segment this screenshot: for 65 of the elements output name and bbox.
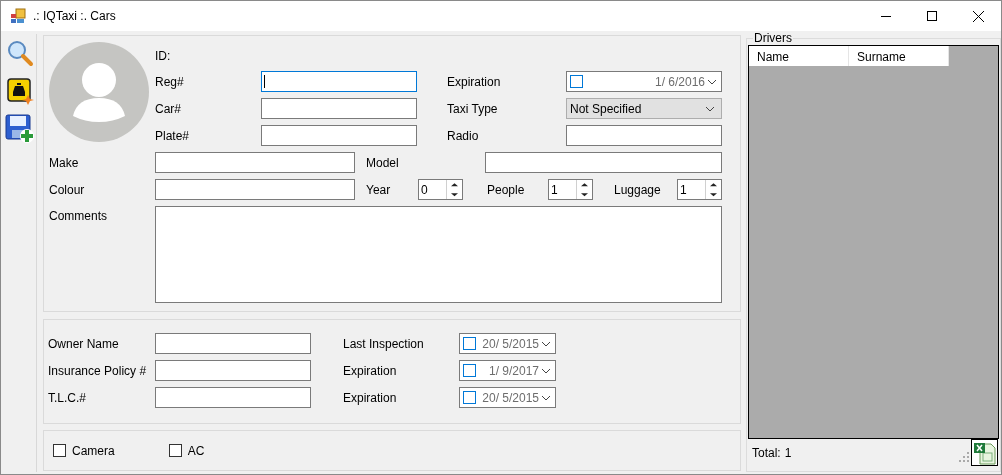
close-icon: [972, 10, 984, 22]
size-grip-icon: [959, 452, 969, 462]
text-field[interactable]: [155, 387, 311, 408]
field-label: Insurance Policy #: [48, 363, 148, 378]
number-spinner[interactable]: 1: [677, 179, 722, 200]
field-label: Luggage: [614, 182, 662, 197]
caret-icon: [541, 394, 551, 401]
text-field[interactable]: [155, 333, 311, 354]
date-picker[interactable]: 1/ 9/2017: [459, 360, 556, 381]
window-title: .: IQTaxi :. Cars: [33, 9, 116, 23]
new-taxi-button[interactable]: [5, 76, 35, 106]
caret-icon: [541, 367, 551, 374]
total-count: 1: [784, 445, 792, 460]
text-field[interactable]: [485, 152, 722, 173]
date-checkbox[interactable]: [463, 391, 476, 404]
column-header[interactable]: Surname: [849, 46, 949, 66]
number-spinner[interactable]: 0: [418, 179, 463, 200]
checkbox[interactable]: Camera: [53, 443, 115, 458]
field-label: Colour: [49, 182, 86, 197]
date-picker[interactable]: 20/ 5/2015: [459, 333, 556, 354]
caret-icon: [705, 105, 715, 112]
avatar-icon: [49, 42, 149, 142]
date-checkbox[interactable]: [463, 337, 476, 350]
field-label: Owner Name: [48, 336, 120, 351]
caret-icon: [541, 340, 551, 347]
date-checkbox[interactable]: [463, 364, 476, 377]
group-title: Drivers: [753, 31, 793, 45]
column-header[interactable]: Name: [749, 46, 849, 66]
field-label: Comments: [49, 208, 108, 225]
app-icon: [10, 8, 26, 24]
maximize-icon: [927, 11, 937, 21]
taxi-type-dropdown[interactable]: Not Specified: [566, 98, 722, 119]
field-label: Reg#: [155, 74, 185, 89]
text-field[interactable]: [155, 179, 355, 200]
field-label: Expiration: [447, 74, 502, 89]
caret-icon: [707, 78, 717, 85]
text-field[interactable]: [155, 360, 311, 381]
field-label: Last Inspection: [343, 336, 425, 351]
excel-export-button[interactable]: [971, 439, 998, 466]
number-spinner[interactable]: 1: [548, 179, 593, 200]
field-label: T.L.C.#: [48, 390, 87, 405]
text-field[interactable]: [261, 125, 417, 146]
text-field[interactable]: [261, 98, 417, 119]
field-label: Expiration: [343, 390, 398, 405]
date-picker[interactable]: 20/ 5/2015: [459, 387, 556, 408]
id-label: ID:: [155, 48, 172, 63]
date-picker[interactable]: 1/ 6/2016: [566, 71, 722, 92]
save-button[interactable]: [5, 114, 35, 144]
field-label: Make: [49, 155, 80, 170]
field-label: Year: [366, 182, 392, 197]
checkbox[interactable]: AC: [168, 443, 205, 458]
text-field[interactable]: [261, 71, 417, 92]
field-label: Taxi Type: [447, 101, 499, 116]
search-button[interactable]: [5, 38, 35, 68]
comments-field[interactable]: [155, 206, 722, 303]
field-label: Expiration: [343, 363, 398, 378]
total-label: Total:: [752, 445, 781, 460]
field-label: People: [487, 182, 526, 197]
field-label: Car#: [155, 101, 182, 116]
field-label: Model: [366, 155, 400, 170]
text-field[interactable]: [155, 152, 355, 173]
date-checkbox[interactable]: [570, 75, 583, 88]
field-label: Radio: [447, 128, 480, 143]
field-label: Plate#: [155, 128, 191, 143]
text-field[interactable]: [566, 125, 722, 146]
